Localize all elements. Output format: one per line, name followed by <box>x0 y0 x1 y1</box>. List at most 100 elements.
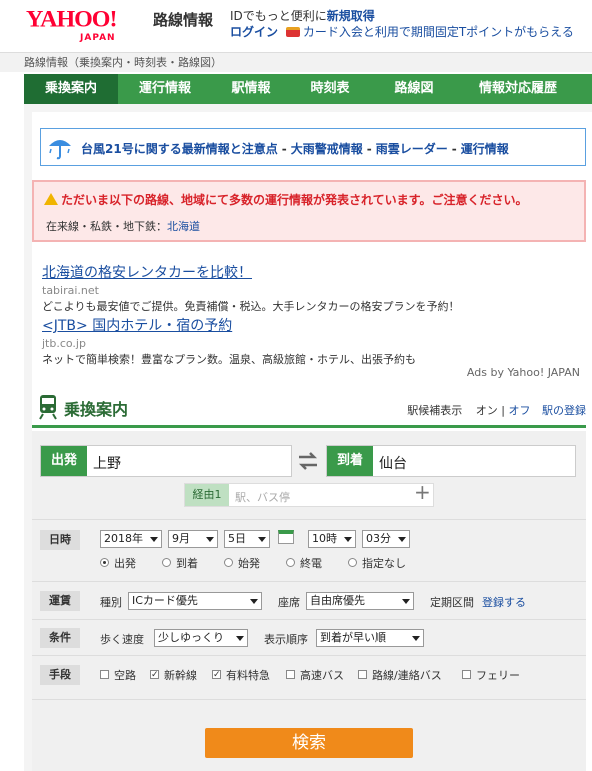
sort-order-select[interactable]: 到着が早い順 <box>316 629 424 647</box>
chevron-down-icon <box>150 537 158 542</box>
link-sep: - <box>451 142 457 156</box>
hour-select[interactable]: 10時 <box>308 530 356 548</box>
ads-by-label[interactable]: Ads by Yahoo! JAPAN <box>467 366 580 379</box>
link-sep: - <box>281 142 287 156</box>
ad-title[interactable]: <JTB> 国内ホテル・宿の予約 <box>42 315 416 335</box>
tab-operation-info[interactable]: 運行情報 <box>118 74 212 104</box>
tab-timetable[interactable]: 時刻表 <box>290 74 370 104</box>
typhoon-banner: 台風21号に関する最新情報と注意点 - 大雨警戒情報 - 雨雲レーダー - 運行情報 <box>40 128 586 166</box>
tab-route-map[interactable]: 路線図 <box>370 74 458 104</box>
radio-label: 出発 <box>114 557 136 570</box>
checkbox-route-bus[interactable] <box>358 670 367 679</box>
via-station-field[interactable]: 経由1 駅、バス停 <box>184 483 434 507</box>
service-alert: ただいま以下の路線、地域にて多数の運行情報が発表されています。ご注意ください。 … <box>32 180 586 242</box>
candidate-off-link[interactable]: オフ <box>509 404 531 417</box>
checkbox-ferry[interactable] <box>462 670 471 679</box>
minute-value: 03分 <box>366 532 391 545</box>
link-sep: - <box>366 142 372 156</box>
conditions-label: 条件 <box>40 628 80 648</box>
conditions-row: 条件 歩く速度 少しゆっくり 表示順序 到着が早い順 <box>32 619 586 655</box>
station-register-link[interactable]: 駅の登録 <box>542 404 586 417</box>
datetime-row: 日時 2018年 9月 5日 10時 03分 出発 到着 始発 終電 指定なし <box>32 519 586 581</box>
login-link[interactable]: ログイン <box>230 25 278 39</box>
from-station-field[interactable]: 出発 上野 <box>40 445 292 477</box>
rain-radar-link[interactable]: 雨雲レーダー <box>376 142 448 156</box>
walk-speed-label: 歩く速度 <box>100 633 144 646</box>
month-select[interactable]: 9月 <box>168 530 218 548</box>
year-value: 2018年 <box>104 532 143 545</box>
checkbox-label: フェリー <box>476 669 520 682</box>
operation-info-link[interactable]: 運行情報 <box>461 142 509 156</box>
radio-unspecified[interactable] <box>348 558 357 567</box>
chevron-down-icon <box>206 537 214 542</box>
heavy-rain-link[interactable]: 大雨警戒情報 <box>291 142 363 156</box>
seat-select[interactable]: 自由席優先 <box>306 592 414 610</box>
radio-departure[interactable] <box>100 558 109 567</box>
pass-label: 定期区間 <box>430 596 474 609</box>
tab-history[interactable]: 情報対応履歴 <box>458 74 578 104</box>
hokkaido-link[interactable]: 北海道 <box>167 220 200 233</box>
calendar-icon[interactable] <box>278 530 294 544</box>
ad-url: jtb.co.jp <box>42 337 86 350</box>
fare-type-label: 種別 <box>100 596 122 609</box>
main-nav: 乗換案内 運行情報 駅情報 時刻表 路線図 情報対応履歴 <box>24 74 592 104</box>
checkbox-label: 空路 <box>114 669 136 682</box>
fare-type-select[interactable]: ICカード優先 <box>128 592 262 610</box>
sort-order-label: 表示順序 <box>264 633 308 646</box>
fare-row: 運賃 種別 ICカード優先 座席 自由席優先 定期区間 登録する <box>32 581 586 619</box>
logo-text: YAHOO! <box>26 7 117 33</box>
main-area: 台風21号に関する最新情報と注意点 - 大雨警戒情報 - 雨雲レーダー - 運行情報 ただい… <box>24 104 592 771</box>
checkbox-label: 高速バス <box>300 669 344 682</box>
radio-first-train[interactable] <box>224 558 233 567</box>
section-title: 乗換案内 <box>64 400 129 419</box>
checkbox-label: 新幹線 <box>164 669 197 682</box>
seat-value: 自由席優先 <box>310 594 365 607</box>
transfer-section-header: 乗換案内 駅候補表示 オン | オフ 駅の登録 <box>32 388 586 428</box>
add-via-icon[interactable]: + <box>414 480 431 504</box>
service-name[interactable]: 路線情報 <box>153 9 213 30</box>
divider: | <box>501 404 505 417</box>
chevron-down-icon <box>344 537 352 542</box>
hour-value: 10時 <box>312 532 337 545</box>
register-link[interactable]: 新規取得 <box>327 9 375 23</box>
means-row: 手段 空路 ✓ 新幹線 ✓ 有料特急 高速バス 路線/連絡バス フェリー <box>32 655 586 695</box>
walk-speed-value: 少しゆっくり <box>158 631 224 644</box>
radio-arrival[interactable] <box>162 558 171 567</box>
station-display-label: 駅候補表示 <box>407 404 463 417</box>
checkbox-shinkansen[interactable]: ✓ <box>150 670 159 680</box>
tab-station-info[interactable]: 駅情報 <box>212 74 290 104</box>
login-line: ログイン カード入会と利用で期間固定Tポイントがもらえる <box>230 23 574 40</box>
walk-speed-select[interactable]: 少しゆっくり <box>154 629 248 647</box>
card-promo-link[interactable]: カード入会と利用で期間固定Tポイントがもらえる <box>303 25 574 39</box>
swap-icon[interactable] <box>297 451 319 471</box>
to-station-field[interactable]: 到着 仙台 <box>326 445 576 477</box>
credit-card-icon <box>285 27 300 37</box>
tab-transfer[interactable]: 乗換案内 <box>24 74 118 104</box>
search-form: 出発 上野 到着 仙台 経由1 駅、バス停 + 日時 2018年 9月 5日 1… <box>32 431 586 771</box>
candidate-on[interactable]: オン <box>476 404 498 417</box>
radio-last-train[interactable] <box>286 558 295 567</box>
year-select[interactable]: 2018年 <box>100 530 162 548</box>
yahoo-japan-logo[interactable]: YAHOO! JAPAN <box>26 7 150 45</box>
typhoon-links: 台風21号に関する最新情報と注意点 - 大雨警戒情報 - 雨雲レーダー - 運行情報 <box>81 140 509 157</box>
pass-register-link[interactable]: 登録する <box>482 594 526 610</box>
typhoon-info-link[interactable]: 台風21号に関する最新情報と注意点 <box>81 142 278 156</box>
to-station-input[interactable]: 仙台 <box>379 453 407 473</box>
radio-label: 到着 <box>176 557 198 570</box>
via-input-placeholder[interactable]: 駅、バス停 <box>235 489 290 505</box>
checkbox-air[interactable] <box>100 670 109 679</box>
breadcrumb[interactable]: 路線情報（乗換案内・時刻表・路線図） <box>0 52 592 72</box>
sort-order-value: 到着が早い順 <box>320 631 386 644</box>
ad-url: tabirai.net <box>42 284 99 297</box>
checkbox-limited-express[interactable]: ✓ <box>212 670 221 680</box>
ad-title[interactable]: 北海道の格安レンタカーを比較！ <box>42 262 459 282</box>
id-promo-text: IDでもっと便利に <box>230 9 327 23</box>
site-header: YAHOO! JAPAN 路線情報 IDでもっと便利に新規取得 ログイン カード… <box>0 0 592 52</box>
logo-sub-text: JAPAN <box>80 33 116 43</box>
from-station-input[interactable]: 上野 <box>93 453 121 473</box>
ad-item: 北海道の格安レンタカーを比較！ tabirai.net どこよりも最安値でご提供… <box>42 262 459 314</box>
search-button[interactable]: 検索 <box>205 728 413 758</box>
minute-select[interactable]: 03分 <box>362 530 410 548</box>
day-select[interactable]: 5日 <box>224 530 270 548</box>
checkbox-highway-bus[interactable] <box>286 670 295 679</box>
